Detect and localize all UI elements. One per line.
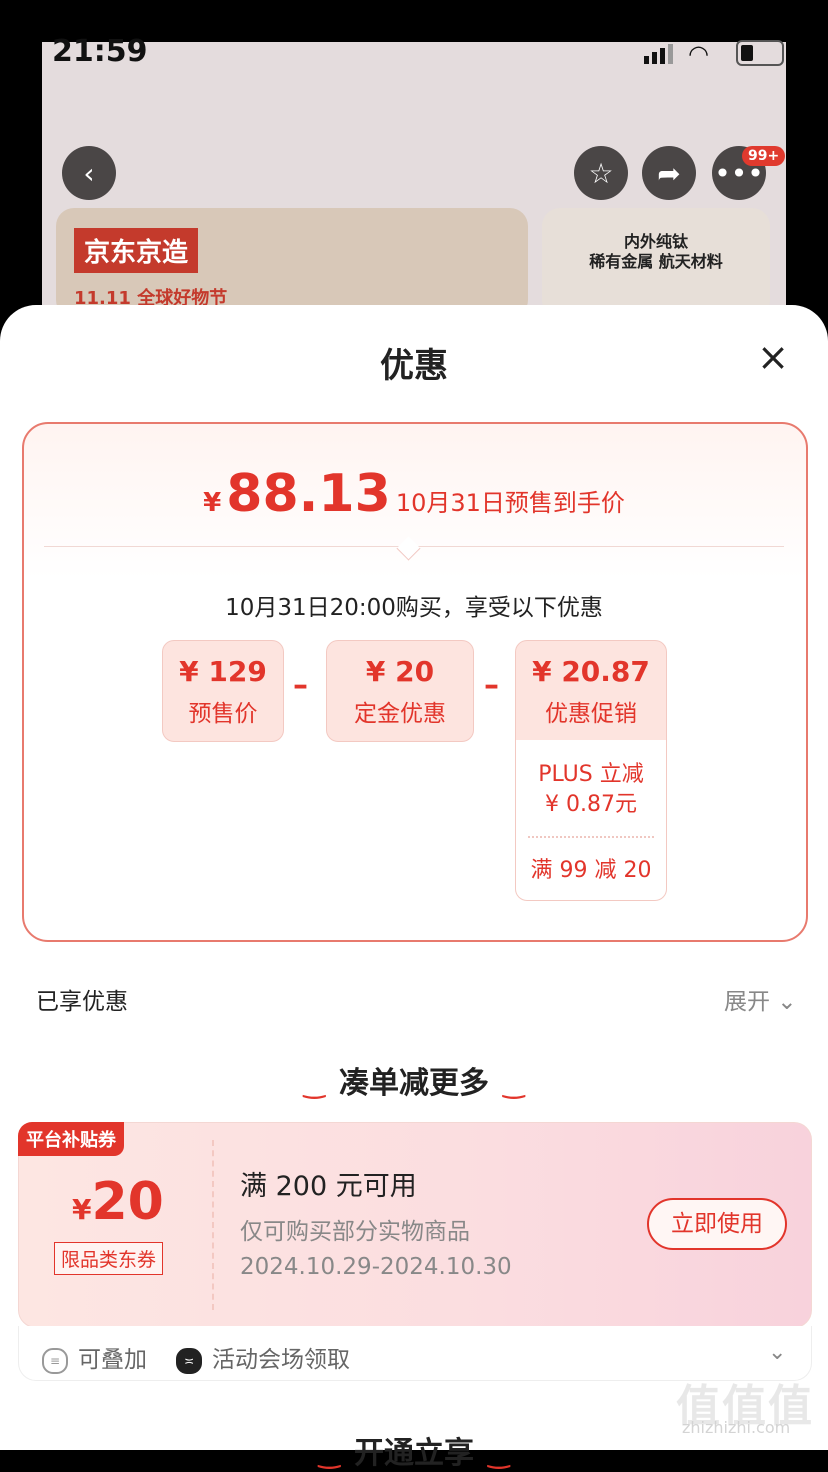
presale-price-chip: ¥ 129 预售价 [162, 640, 284, 742]
price-note: 10月31日预售到手价 [395, 489, 625, 517]
expand-button[interactable]: 展开 ⌄ [724, 982, 797, 1016]
status-time: 21:59 [52, 34, 148, 69]
coupon-dashed-divider [212, 1140, 214, 1310]
promotion-details: PLUS 立减 ¥ 0.87元 满 99 减 20 [515, 740, 667, 901]
minus-sign: – [484, 668, 499, 703]
smile-decoration-icon: ‿ [503, 1070, 525, 1100]
chevron-down-icon: ⌄ [770, 989, 797, 1015]
chip-label: 优惠促销 [545, 701, 637, 727]
coupon-limit-badge: 限品类东券 [54, 1242, 164, 1275]
price-currency: ¥ [203, 488, 222, 518]
venue-info: ≍ 活动会场领取 [176, 1340, 350, 1374]
chip-value: ¥ 20.87 [532, 655, 650, 688]
promotion-chip: ¥ 20.87 优惠促销 [515, 640, 667, 742]
side-card-line2: 稀有金属 航天材料 [589, 252, 723, 271]
coupon-currency: ¥ [72, 1193, 92, 1226]
smile-decoration-icon: ‿ [303, 1070, 325, 1100]
wifi-icon: ◠ [688, 40, 709, 68]
buy-time-text: 10月31日20:00购买，享受以下优惠 [225, 595, 603, 621]
stackable-label: 可叠加 [78, 1347, 147, 1373]
deposit-discount-chip: ¥ 20 定金优惠 [326, 640, 474, 742]
final-price: ¥ 88.13 10月31日预售到手价 [0, 464, 828, 524]
minus-sign: – [293, 668, 308, 703]
message-badge: 99+ [742, 146, 786, 166]
brand-logo: 京东京造 [74, 228, 199, 273]
dotted-separator [528, 836, 654, 838]
plus-discount: PLUS 立减 ¥ 0.87元 [516, 760, 666, 820]
share-icon: ➦ [657, 156, 681, 190]
close-icon[interactable]: × [752, 336, 794, 378]
threshold-discount: 满 99 减 20 [530, 858, 652, 883]
coupon-scope: 仅可购买部分实物商品 [240, 1219, 470, 1245]
back-button[interactable]: ‹ [62, 146, 116, 200]
coupon-tag: 平台补贴券 [18, 1122, 124, 1156]
chip-value: ¥ 20 [365, 655, 435, 688]
section-title-text: 开通立享 [354, 1436, 474, 1471]
side-card-line1: 内外纯钛 [623, 232, 688, 251]
smile-decoration-icon: ‿ [318, 1440, 340, 1470]
favorite-button[interactable]: ☆ [574, 146, 628, 200]
price-amount: 88.13 [226, 464, 391, 524]
chip-label: 预售价 [188, 701, 258, 727]
stackable-info: ≡ 可叠加 [42, 1340, 147, 1374]
chip-value: ¥ 129 [179, 655, 267, 688]
expand-label: 展开 [724, 989, 770, 1015]
coupon-value: 20 [91, 1172, 164, 1232]
chip-label: 定金优惠 [354, 701, 446, 727]
chevron-left-icon: ‹ [83, 156, 95, 190]
battery-icon [736, 40, 784, 66]
sheet-title: 优惠 [380, 346, 448, 386]
watermark-url: zhizhizhi.com [682, 1418, 791, 1437]
coupon-validity: 2024.10.29-2024.10.30 [240, 1254, 512, 1280]
plus-discount-label: PLUS 立减 [538, 762, 644, 787]
enjoyed-discounts-label: 已享优惠 [36, 989, 128, 1015]
venue-label: 活动会场领取 [212, 1347, 350, 1373]
share-button[interactable]: ➦ [642, 146, 696, 200]
smile-decoration-icon: ‿ [488, 1440, 510, 1470]
cellular-signal-icon [644, 44, 676, 64]
stack-icon: ≡ [42, 1347, 68, 1374]
venue-icon: ≍ [176, 1347, 202, 1374]
coupon-condition: 满 200 元可用 [240, 1171, 417, 1202]
use-now-button[interactable]: 立即使用 [647, 1198, 787, 1250]
side-card-text: 内外纯钛 稀有金属 航天材料 [542, 232, 770, 272]
coupon-amount: ¥20 [72, 1172, 164, 1232]
coupon-expand-chevron-icon[interactable]: ⌄ [768, 1340, 786, 1365]
section-title-more: ‿ 凑单减更多 ‿ [0, 1058, 828, 1102]
section-title-text: 凑单减更多 [339, 1066, 489, 1101]
status-bar: 21:59 ◠ [0, 0, 828, 80]
star-icon: ☆ [588, 156, 614, 190]
plus-discount-value: ¥ 0.87元 [545, 792, 637, 817]
